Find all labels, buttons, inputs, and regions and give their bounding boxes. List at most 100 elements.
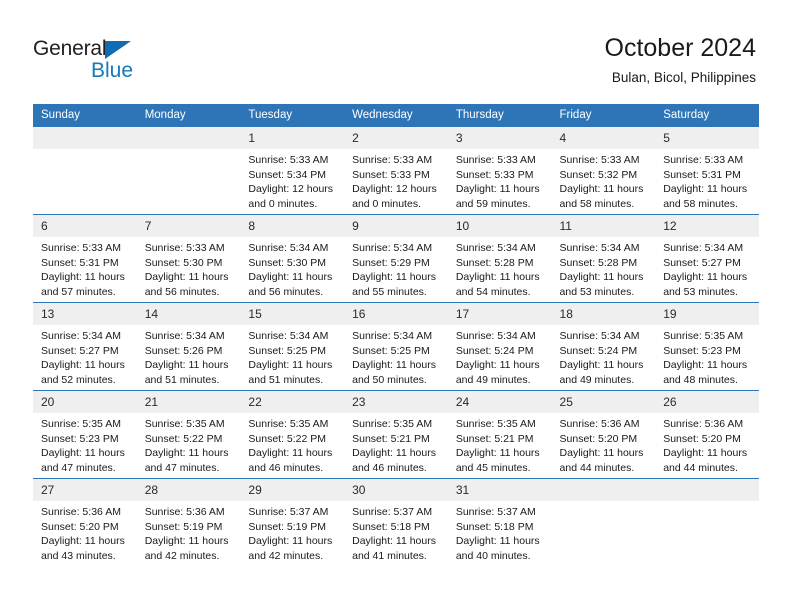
calendar-day-cell[interactable]: 2 Sunrise: 5:33 AM Sunset: 5:33 PM Daylight… [344, 126, 448, 215]
daylight-text-line1: Daylight: 11 hours [248, 535, 333, 548]
day-number [655, 479, 759, 501]
weekday-header-saturday: Saturday [655, 104, 759, 127]
logo-text-general: General [33, 37, 107, 60]
calendar-day-cell[interactable]: 28 Sunrise: 5:36 AM Sunset: 5:19 PM Dayligh… [136, 478, 241, 566]
sunset-text: Sunset: 5:20 PM [559, 432, 638, 445]
general-blue-logo[interactable]: General Blue [33, 38, 213, 86]
calendar-day-cell[interactable]: 26 Sunrise: 5:36 AM Sunset: 5:20 PM Dayligh… [655, 390, 759, 479]
calendar-day-cell[interactable]: 24 Sunrise: 5:35 AM Sunset: 5:21 PM Dayligh… [447, 390, 552, 479]
day-number [136, 127, 241, 149]
sunset-text: Sunset: 5:21 PM [455, 432, 534, 445]
daylight-text-line1: Daylight: 11 hours [559, 359, 644, 372]
day-sun-info: Sunrise: 5:34 AM Sunset: 5:27 PM Daylight:… [33, 325, 137, 387]
daylight-text-line1: Daylight: 12 hours [352, 183, 437, 196]
calendar-day-cell[interactable]: 10 Sunrise: 5:34 AM Sunset: 5:28 PM Dayligh… [447, 214, 552, 303]
day-sun-info: Sunrise: 5:34 AM Sunset: 5:25 PM Daylight:… [240, 325, 344, 387]
daylight-text-line1: Daylight: 11 hours [248, 447, 333, 460]
daylight-text-line1: Daylight: 11 hours [455, 271, 540, 284]
day-sun-info: Sunrise: 5:33 AM Sunset: 5:31 PM Daylight:… [33, 237, 137, 299]
calendar-day-cell[interactable]: 8 Sunrise: 5:34 AM Sunset: 5:30 PM Daylight… [240, 214, 345, 303]
calendar-day-cell[interactable]: 12 Sunrise: 5:34 AM Sunset: 5:27 PM Dayligh… [655, 214, 759, 303]
day-sun-info: Sunrise: 5:33 AM Sunset: 5:33 PM Daylight:… [448, 149, 552, 211]
day-number: 27 [33, 479, 137, 501]
daylight-text-line2: and 46 minutes. [248, 461, 324, 474]
calendar-day-cell[interactable]: 17 Sunrise: 5:34 AM Sunset: 5:24 PM Dayligh… [447, 302, 552, 391]
day-sun-info: Sunrise: 5:35 AM Sunset: 5:23 PM Daylight:… [655, 325, 759, 387]
calendar-week-row: 27 Sunrise: 5:36 AM Sunset: 5:20 PM Dayligh… [33, 478, 759, 566]
daylight-text-line2: and 49 minutes. [559, 373, 635, 386]
daylight-text-line2: and 57 minutes. [41, 285, 116, 298]
day-sun-info: Sunrise: 5:34 AM Sunset: 5:27 PM Daylight:… [655, 237, 759, 299]
day-number: 19 [655, 303, 759, 325]
daylight-text-line1: Daylight: 11 hours [455, 183, 540, 196]
day-number: 3 [447, 127, 552, 149]
title-block: October 2024 Bulan, Bicol, Philippines [605, 33, 757, 86]
sunrise-text: Sunrise: 5:33 AM [144, 242, 225, 254]
sunrise-text: Sunrise: 5:35 AM [248, 418, 329, 430]
calendar-day-cell[interactable]: 31 Sunrise: 5:37 AM Sunset: 5:18 PM Dayligh… [447, 478, 552, 566]
daylight-text-line1: Daylight: 11 hours [144, 359, 229, 372]
sunrise-text: Sunrise: 5:36 AM [41, 506, 121, 518]
daylight-text-line2: and 56 minutes. [144, 285, 220, 298]
calendar-day-cell[interactable]: 11 Sunrise: 5:34 AM Sunset: 5:28 PM Dayligh… [551, 214, 656, 303]
calendar-day-cell[interactable]: 16 Sunrise: 5:34 AM Sunset: 5:25 PM Dayligh… [344, 302, 448, 391]
calendar-day-cell[interactable]: 14 Sunrise: 5:34 AM Sunset: 5:26 PM Dayligh… [136, 302, 241, 391]
sunrise-text: Sunrise: 5:36 AM [663, 418, 744, 430]
daylight-text-line2: and 42 minutes. [144, 549, 220, 562]
calendar-header-row: Sunday Monday Tuesday Wednesday Thursday… [33, 104, 759, 127]
calendar-day-cell[interactable]: 6 Sunrise: 5:33 AM Sunset: 5:31 PM Daylight… [33, 214, 137, 303]
day-number: 10 [447, 215, 552, 237]
calendar-day-cell[interactable]: 15 Sunrise: 5:34 AM Sunset: 5:25 PM Dayligh… [240, 302, 345, 391]
calendar-day-cell[interactable]: 13 Sunrise: 5:34 AM Sunset: 5:27 PM Dayligh… [33, 302, 137, 391]
day-number: 31 [447, 479, 552, 501]
daylight-text-line1: Daylight: 11 hours [41, 359, 125, 372]
calendar-day-cell[interactable]: 27 Sunrise: 5:36 AM Sunset: 5:20 PM Dayligh… [33, 478, 137, 566]
daylight-text-line1: Daylight: 11 hours [248, 359, 333, 372]
day-number: 28 [136, 479, 241, 501]
calendar-day-cell[interactable]: 1 Sunrise: 5:33 AM Sunset: 5:34 PM Daylight… [240, 126, 345, 215]
calendar-day-cell[interactable]: 4 Sunrise: 5:33 AM Sunset: 5:32 PM Daylight… [551, 126, 656, 215]
daylight-text-line1: Daylight: 11 hours [559, 183, 644, 196]
calendar-day-cell[interactable]: 3 Sunrise: 5:33 AM Sunset: 5:33 PM Daylight… [447, 126, 552, 215]
daylight-text-line2: and 47 minutes. [41, 461, 116, 474]
daylight-text-line2: and 58 minutes. [559, 197, 635, 210]
calendar-day-cell[interactable]: 7 Sunrise: 5:33 AM Sunset: 5:30 PM Daylight… [136, 214, 241, 303]
sunset-text: Sunset: 5:23 PM [41, 432, 119, 445]
calendar-day-cell[interactable]: 18 Sunrise: 5:34 AM Sunset: 5:24 PM Dayligh… [551, 302, 656, 391]
day-sun-info: Sunrise: 5:34 AM Sunset: 5:24 PM Daylight:… [448, 325, 552, 387]
calendar-day-cell[interactable]: 29 Sunrise: 5:37 AM Sunset: 5:19 PM Dayligh… [240, 478, 345, 566]
day-number: 12 [655, 215, 759, 237]
sunrise-text: Sunrise: 5:37 AM [455, 506, 536, 518]
calendar-day-cell[interactable]: 20 Sunrise: 5:35 AM Sunset: 5:23 PM Dayligh… [33, 390, 137, 479]
daylight-text-line2: and 43 minutes. [41, 549, 116, 562]
sunrise-text: Sunrise: 5:36 AM [559, 418, 640, 430]
sunrise-text: Sunrise: 5:35 AM [663, 330, 744, 342]
calendar-day-cell[interactable]: 5 Sunrise: 5:33 AM Sunset: 5:31 PM Daylight… [655, 126, 759, 215]
sunset-text: Sunset: 5:28 PM [559, 256, 638, 269]
sunset-text: Sunset: 5:33 PM [455, 168, 534, 181]
day-number: 20 [33, 391, 137, 413]
day-sun-info: Sunrise: 5:37 AM Sunset: 5:18 PM Daylight:… [448, 501, 552, 563]
logo-triangle-icon [105, 41, 131, 59]
day-sun-info: Sunrise: 5:34 AM Sunset: 5:28 PM Daylight:… [448, 237, 552, 299]
day-number: 14 [136, 303, 241, 325]
sunset-text: Sunset: 5:28 PM [455, 256, 534, 269]
calendar-day-cell[interactable]: 22 Sunrise: 5:35 AM Sunset: 5:22 PM Dayligh… [240, 390, 345, 479]
calendar-week-row: 20 Sunrise: 5:35 AM Sunset: 5:23 PM Dayligh… [33, 390, 759, 479]
calendar-day-cell[interactable]: 19 Sunrise: 5:35 AM Sunset: 5:23 PM Dayligh… [655, 302, 759, 391]
sunset-text: Sunset: 5:24 PM [455, 344, 534, 357]
daylight-text-line2: and 58 minutes. [663, 197, 738, 210]
page-title: October 2024 [604, 34, 757, 62]
daylight-text-line2: and 41 minutes. [352, 549, 427, 562]
calendar-day-cell[interactable]: 30 Sunrise: 5:37 AM Sunset: 5:18 PM Dayligh… [344, 478, 448, 566]
sunrise-text: Sunrise: 5:34 AM [41, 330, 121, 342]
sunrise-text: Sunrise: 5:34 AM [559, 330, 640, 342]
calendar-day-cell[interactable]: 9 Sunrise: 5:34 AM Sunset: 5:29 PM Daylight… [344, 214, 448, 303]
calendar-day-cell[interactable]: 25 Sunrise: 5:36 AM Sunset: 5:20 PM Dayligh… [551, 390, 656, 479]
day-sun-info: Sunrise: 5:36 AM Sunset: 5:20 PM Daylight:… [655, 413, 759, 475]
sunset-text: Sunset: 5:31 PM [663, 168, 741, 181]
calendar-day-cell[interactable]: 23 Sunrise: 5:35 AM Sunset: 5:21 PM Dayligh… [344, 390, 448, 479]
daylight-text-line2: and 51 minutes. [144, 373, 220, 386]
daylight-text-line1: Daylight: 11 hours [455, 535, 540, 548]
calendar-day-cell[interactable]: 21 Sunrise: 5:35 AM Sunset: 5:22 PM Dayligh… [136, 390, 241, 479]
